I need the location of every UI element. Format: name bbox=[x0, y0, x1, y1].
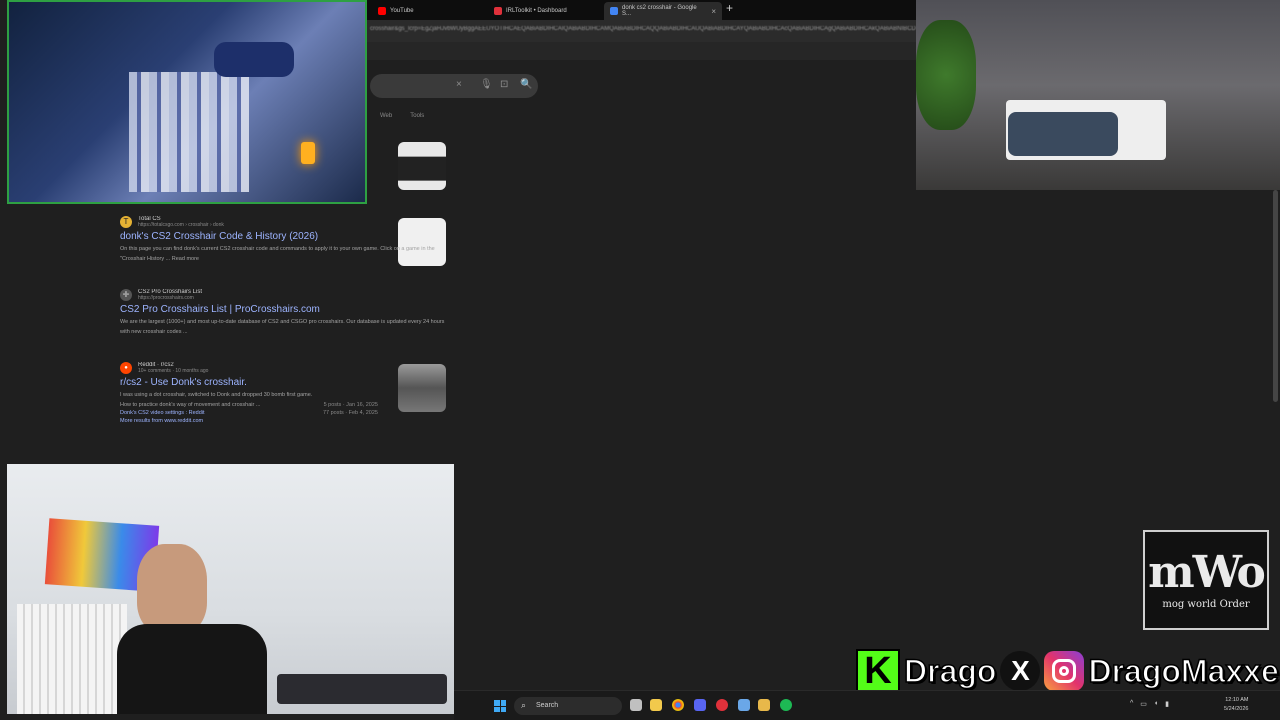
youtube-icon bbox=[378, 7, 386, 15]
social-handles-overlay: K Drago X DragoMaxxer bbox=[856, 646, 1280, 696]
result-sublink-row: Donk's CS2 video settings : Reddit 77 po… bbox=[120, 410, 378, 416]
logo-sub-text: mog world Order bbox=[1162, 598, 1250, 610]
result-title-link[interactable]: r/cs2 - Use Donk's crosshair. bbox=[120, 377, 450, 388]
result-url: https://procrosshairs.com bbox=[138, 295, 194, 301]
search-icon: ⌕ bbox=[521, 700, 527, 710]
search-result: ● Reddit · r/cs2 10+ comments · 10 month… bbox=[120, 362, 450, 424]
mic-icon[interactable]: 🎙 bbox=[480, 79, 493, 90]
google-icon bbox=[610, 7, 618, 15]
lens-icon[interactable]: ⊡ bbox=[500, 79, 508, 90]
desk-image bbox=[277, 674, 447, 704]
result-site[interactable]: T Total CS https://totalcsgo.com › cross… bbox=[120, 216, 450, 228]
candle-image bbox=[301, 142, 315, 164]
search-result: ✛ CS2 Pro Crosshairs List https://procro… bbox=[120, 289, 450, 337]
chrome-icon[interactable] bbox=[672, 699, 684, 711]
app-icon[interactable] bbox=[738, 699, 750, 711]
search-input[interactable]: × 🎙 ⊡ 🔍 bbox=[370, 74, 538, 98]
result-sublink[interactable]: Donk's CS2 video settings : Reddit bbox=[120, 410, 205, 416]
app-icon[interactable] bbox=[758, 699, 770, 711]
tab-label: IRLToolkit • Dashboard bbox=[506, 8, 567, 14]
streamer-head-image bbox=[137, 544, 207, 634]
filter-web[interactable]: Web bbox=[380, 113, 392, 119]
new-tab-button[interactable]: + bbox=[726, 1, 733, 15]
clear-icon[interactable]: × bbox=[456, 79, 462, 90]
webcam-streamer bbox=[7, 464, 454, 714]
radiator-image bbox=[17, 604, 127, 714]
result-site[interactable]: ✛ CS2 Pro Crosshairs List https://procro… bbox=[120, 289, 450, 301]
task-view-icon[interactable] bbox=[630, 699, 642, 711]
plant-image bbox=[916, 20, 976, 130]
result-sublink-meta: 77 posts · Feb 4, 2025 bbox=[322, 410, 378, 416]
result-sublink-row: How to practice donk's way of movement a… bbox=[120, 402, 378, 408]
tab-youtube[interactable]: YouTube bbox=[372, 2, 484, 20]
blanket-image bbox=[129, 72, 249, 192]
result-thumbnail-person[interactable] bbox=[398, 142, 446, 190]
file-explorer-icon[interactable] bbox=[650, 699, 662, 711]
discord-icon[interactable] bbox=[694, 699, 706, 711]
totalcs-favicon-icon: T bbox=[120, 216, 132, 228]
system-tray: ^ ▭ ◖ ▮ bbox=[1130, 700, 1169, 708]
result-snippet: We are the largest (1000+) and most up-t… bbox=[120, 319, 445, 335]
page-scrollbar[interactable] bbox=[1273, 190, 1278, 402]
address-bar[interactable]: crosshair&gs_lcrp=EgZjaHJvbWUyBggAEEUYOT… bbox=[366, 20, 918, 42]
instagram-logo-icon bbox=[1044, 651, 1085, 691]
url-text: crosshair&gs_lcrp=EgZjaHJvbWUyBggAEEUYOT… bbox=[370, 26, 916, 32]
result-snippet: I was using a dot crosshair, switched to… bbox=[120, 392, 313, 398]
obs-icon[interactable] bbox=[716, 699, 728, 711]
volume-icon[interactable]: ◖ bbox=[1154, 700, 1158, 708]
streamer-shirt-image bbox=[117, 624, 267, 714]
x-logo-icon: X bbox=[1000, 651, 1041, 691]
procrosshairs-favicon-icon: ✛ bbox=[120, 289, 132, 301]
irltoolkit-icon bbox=[494, 7, 502, 15]
tab-irltoolkit[interactable]: IRLToolkit • Dashboard bbox=[488, 2, 600, 20]
tab-google-search[interactable]: donk cs2 crosshair - Google S... × bbox=[604, 2, 722, 20]
mog-world-order-logo: mWo mog world Order bbox=[1143, 530, 1269, 630]
filter-tools[interactable]: Tools bbox=[410, 113, 424, 119]
taskbar-clock[interactable]: 12:10 AM 5/24/2026 bbox=[1224, 696, 1248, 714]
battery-icon[interactable]: ▮ bbox=[1165, 700, 1169, 708]
search-result: T Total CS https://totalcsgo.com › cross… bbox=[120, 216, 450, 264]
reddit-favicon-icon: ● bbox=[120, 362, 132, 374]
instagram-handle: DragoMaxxer bbox=[1088, 652, 1280, 690]
windows-start-icon[interactable] bbox=[494, 700, 506, 712]
kick-logo-icon: K bbox=[856, 649, 900, 693]
result-sublink[interactable]: How to practice donk's way of movement a… bbox=[120, 402, 260, 408]
close-tab-icon[interactable]: × bbox=[711, 7, 716, 16]
clock-time: 12:10 AM bbox=[1225, 697, 1249, 703]
result-sublink-meta: 5 posts · Jan 16, 2025 bbox=[323, 402, 378, 408]
tab-label: donk cs2 crosshair - Google S... bbox=[622, 5, 697, 17]
result-url: https://totalcsgo.com › crosshair › donk bbox=[138, 222, 224, 228]
taskbar-search[interactable]: ⌕ Search bbox=[514, 697, 622, 715]
tab-label: YouTube bbox=[390, 8, 414, 14]
search-icon[interactable]: 🔍 bbox=[520, 79, 532, 90]
windows-taskbar: ⌕ Search ^ ▭ ◖ ▮ 12:10 AM 5/24/2026 bbox=[454, 690, 1280, 720]
result-title-link[interactable]: CS2 Pro Crosshairs List | ProCrosshairs.… bbox=[120, 304, 450, 315]
page-header-strip bbox=[366, 42, 918, 60]
webcam-bedroom bbox=[7, 0, 367, 204]
taskbar-search-label: Search bbox=[536, 702, 559, 709]
result-title-link[interactable]: donk's CS2 Crosshair Code & History (202… bbox=[120, 231, 450, 242]
result-site[interactable]: ● Reddit · r/cs2 10+ comments · 10 month… bbox=[120, 362, 450, 374]
spotify-icon[interactable] bbox=[780, 699, 792, 711]
result-snippet: On this page you can find donk's current… bbox=[120, 246, 435, 262]
clock-date: 5/24/2026 bbox=[1224, 706, 1249, 712]
chevron-up-icon[interactable]: ^ bbox=[1130, 700, 1133, 708]
search-filters: Web Tools bbox=[380, 113, 424, 119]
more-results-link[interactable]: More results from www.reddit.com bbox=[120, 418, 450, 424]
pillow-image bbox=[214, 42, 294, 77]
result-url: 10+ comments · 10 months ago bbox=[138, 368, 209, 374]
webcam-hotel-room bbox=[916, 0, 1280, 190]
network-icon[interactable]: ▭ bbox=[1140, 700, 1147, 708]
sleeping-person-image bbox=[1008, 112, 1118, 156]
browser-tab-bar: YouTube IRLToolkit • Dashboard donk cs2 … bbox=[366, 0, 918, 20]
logo-main-text: mWo bbox=[1148, 546, 1266, 598]
kick-handle: Drago bbox=[903, 652, 997, 690]
